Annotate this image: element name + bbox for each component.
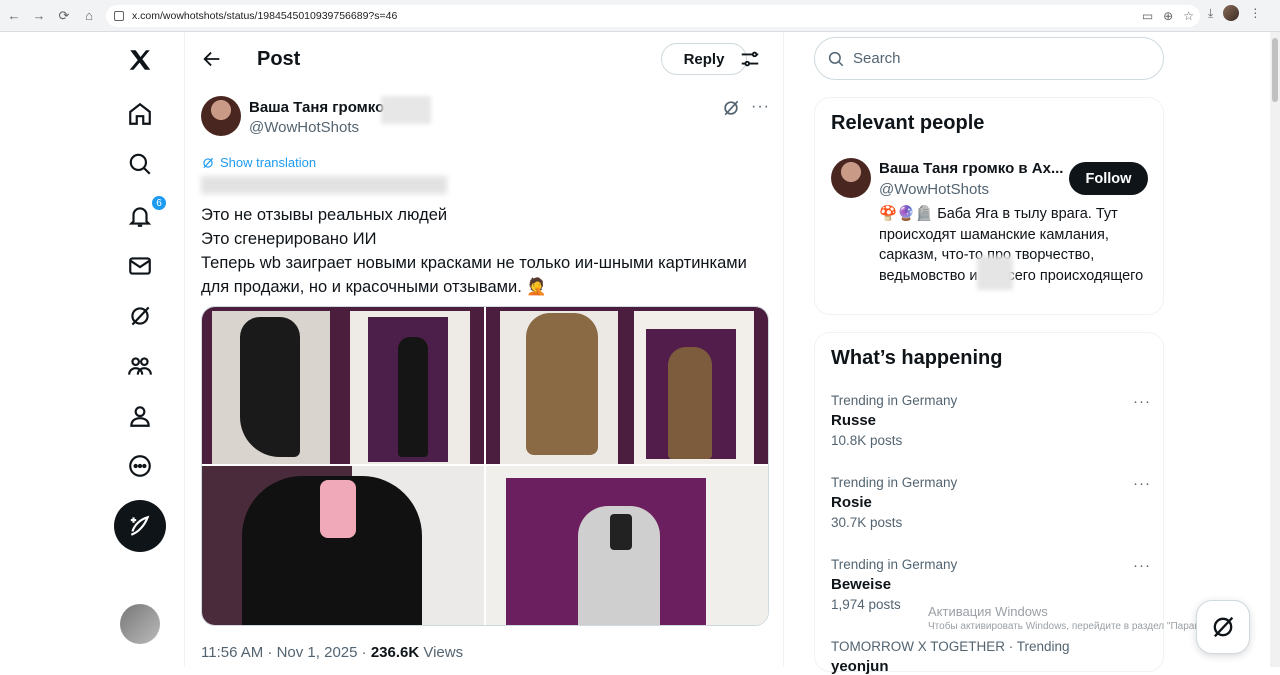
profile-person-icon[interactable] bbox=[122, 398, 158, 434]
photo-1[interactable] bbox=[202, 307, 484, 464]
more-circle-icon[interactable] bbox=[122, 448, 158, 484]
author-name[interactable]: Ваша Таня громко bbox=[249, 99, 384, 116]
post-column: Post Reply Ваша Таня громко @WowHotShots… bbox=[184, 32, 784, 667]
trend-title: Beweise bbox=[831, 576, 892, 593]
post-line: Это не отзывы реальных людей bbox=[201, 206, 448, 224]
views-count: 236.6K bbox=[370, 644, 420, 661]
trend-context: TOMORROW X TOGETHER · Trending bbox=[831, 639, 1070, 654]
trend-context: Trending in Germany bbox=[831, 475, 958, 490]
relevant-avatar[interactable] bbox=[831, 158, 871, 198]
zoom-icon[interactable]: ⊕ bbox=[1163, 9, 1173, 23]
account-avatar[interactable] bbox=[120, 604, 160, 644]
home-nav-icon[interactable] bbox=[122, 96, 158, 132]
search-icon bbox=[828, 51, 844, 66]
trend-title: Russe bbox=[831, 412, 877, 429]
post-text: Это не отзывы реальных людей Это сгенери… bbox=[201, 203, 771, 299]
forward-arrow-icon[interactable]: → bbox=[28, 5, 50, 27]
compose-post-button[interactable] bbox=[114, 500, 166, 552]
url-text: x.com/wowhotshots/status/198454501093975… bbox=[132, 10, 398, 22]
page-scrollbar[interactable] bbox=[1270, 32, 1280, 667]
site-info-icon[interactable] bbox=[114, 11, 124, 21]
back-arrow-icon[interactable] bbox=[201, 48, 223, 70]
sliders-icon[interactable] bbox=[739, 48, 761, 70]
left-nav: 6 bbox=[110, 32, 170, 667]
translation-label: Show translation bbox=[220, 155, 317, 170]
browser-toolbar: ← → ⟳ ⌂ x.com/wowhotshots/status/1984545… bbox=[0, 0, 1280, 32]
grok-icon[interactable] bbox=[122, 298, 158, 334]
cast-icon[interactable]: ▭ bbox=[1142, 9, 1153, 23]
trend-more-icon[interactable]: ··· bbox=[1133, 557, 1151, 574]
trend-posts: 10.8K posts bbox=[831, 433, 903, 448]
trend-context: Trending in Germany bbox=[831, 557, 958, 572]
trend-item[interactable]: Trending in Germany Russe 10.8K posts ··… bbox=[831, 393, 1151, 448]
relevant-people-card: Relevant people Ваша Таня громко в Ах...… bbox=[814, 97, 1164, 315]
back-arrow-icon[interactable]: ← bbox=[3, 5, 25, 27]
trend-more-icon[interactable]: ··· bbox=[1133, 475, 1151, 492]
relevant-name[interactable]: Ваша Таня громко в Ах... bbox=[879, 160, 1064, 177]
photo-4[interactable] bbox=[486, 466, 768, 625]
download-icon[interactable]: ⤓ bbox=[1208, 6, 1213, 21]
x-logo-icon[interactable] bbox=[122, 42, 158, 78]
trend-more-icon[interactable]: ··· bbox=[1133, 393, 1151, 410]
views-label: Views bbox=[419, 644, 464, 661]
trend-context: Trending in Germany bbox=[831, 393, 958, 408]
search-placeholder: Search bbox=[853, 50, 901, 67]
relevant-people-heading: Relevant people bbox=[831, 112, 985, 134]
communities-icon[interactable] bbox=[122, 348, 158, 384]
profile-avatar-icon[interactable] bbox=[1223, 5, 1240, 21]
search-input[interactable]: Search bbox=[814, 37, 1164, 80]
trend-item[interactable]: TOMORROW X TOGETHER · Trending yeonjun bbox=[831, 639, 1151, 675]
menu-kebab-icon[interactable]: ⋮ bbox=[1249, 6, 1261, 20]
feather-plus-icon bbox=[130, 515, 150, 536]
post-line: Это сгенерировано ИИ bbox=[201, 230, 377, 248]
notifications-bell-icon[interactable]: 6 bbox=[122, 194, 168, 234]
post-line: Теперь wb заиграет новыми красками не то… bbox=[201, 254, 747, 296]
reply-button[interactable]: Reply bbox=[661, 43, 747, 75]
notifications-badge: 6 bbox=[150, 194, 168, 212]
grok-explain-icon[interactable] bbox=[721, 98, 741, 118]
watermark-title: Активация Windows bbox=[928, 604, 1048, 619]
blurred-bio-word bbox=[977, 256, 1013, 290]
relevant-handle[interactable]: @WowHotShots bbox=[879, 181, 989, 198]
post-timestamp[interactable]: 11:56 AM · Nov 1, 2025 · bbox=[201, 644, 371, 661]
author-avatar[interactable] bbox=[201, 96, 241, 136]
grok-floating-button[interactable] bbox=[1196, 600, 1250, 654]
explore-search-icon[interactable] bbox=[122, 146, 158, 182]
post-header: Post Reply bbox=[185, 32, 785, 85]
whats-happening-heading: What’s happening bbox=[831, 347, 1003, 369]
relevant-bio: 🍄🔮🪦 Баба Яга в тылу врага. Тут происходя… bbox=[879, 206, 1144, 284]
photo-3[interactable] bbox=[202, 466, 484, 625]
trend-item[interactable]: Trending in Germany Rosie 30.7K posts ··… bbox=[831, 475, 1151, 530]
show-translation-link[interactable]: Show translation bbox=[201, 155, 316, 170]
blurred-text-line bbox=[201, 176, 447, 194]
bookmark-star-icon[interactable]: ☆ bbox=[1183, 9, 1194, 23]
media-grid[interactable] bbox=[201, 306, 769, 626]
trend-posts: 30.7K posts bbox=[831, 515, 903, 530]
page-title: Post bbox=[257, 48, 301, 70]
more-options-icon[interactable]: ··· bbox=[751, 98, 770, 116]
grok-icon bbox=[1213, 616, 1234, 638]
home-icon[interactable]: ⌂ bbox=[78, 5, 100, 27]
photo-2[interactable] bbox=[486, 307, 768, 464]
trend-title: Rosie bbox=[831, 494, 872, 511]
blurred-name-suffix bbox=[381, 96, 431, 124]
author-handle[interactable]: @WowHotShots bbox=[249, 119, 359, 136]
windows-activation-watermark: Активация Windows Чтобы активировать Win… bbox=[928, 604, 1211, 632]
reload-icon[interactable]: ⟳ bbox=[53, 5, 75, 27]
messages-envelope-icon[interactable] bbox=[122, 248, 158, 284]
address-bar[interactable]: x.com/wowhotshots/status/198454501093975… bbox=[106, 5, 1200, 27]
follow-button[interactable]: Follow bbox=[1069, 162, 1148, 195]
post-meta: 11:56 AM · Nov 1, 2025 · 236.6K Views bbox=[201, 644, 463, 661]
watermark-text: Чтобы активировать Windows, перейдите в … bbox=[928, 621, 1212, 632]
scrollbar-thumb[interactable] bbox=[1272, 38, 1278, 102]
grok-translate-icon bbox=[203, 157, 214, 168]
